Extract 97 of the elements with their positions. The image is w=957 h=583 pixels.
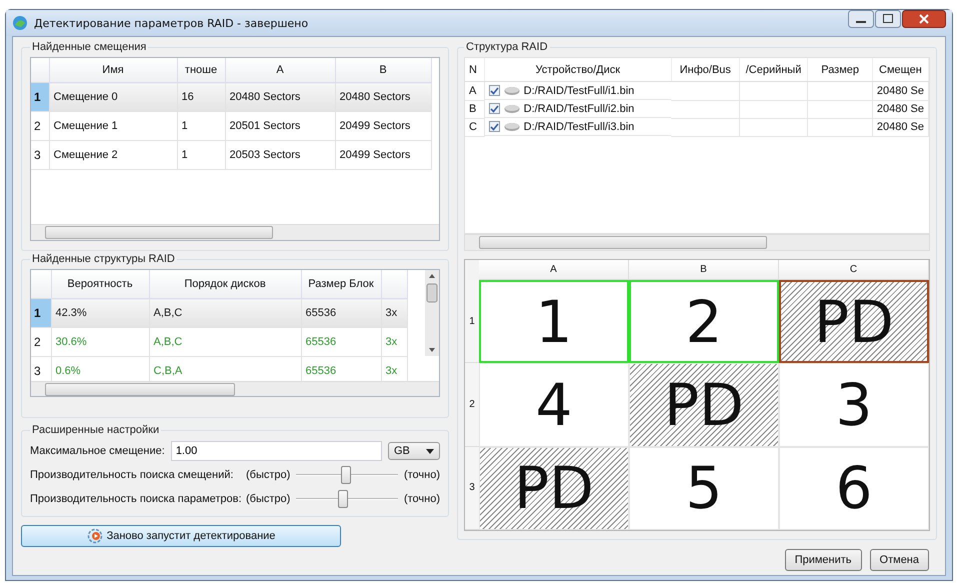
- row-header[interactable]: 1: [31, 82, 49, 112]
- table-cell: 1: [177, 140, 225, 170]
- data-block: 1: [479, 280, 629, 364]
- table-cell: Смещение 1: [49, 112, 177, 140]
- slider-max-label: (точно): [404, 493, 440, 505]
- app-icon[interactable]: [12, 15, 28, 31]
- table-cell: 20480 Se: [872, 82, 928, 100]
- table-cell: 3x: [381, 298, 407, 328]
- table-cell: 20499 Sectors: [335, 140, 431, 170]
- table-cell: 20503 Sectors: [225, 140, 335, 170]
- column-header[interactable]: N: [465, 58, 484, 82]
- table-cell: 3x: [381, 328, 407, 356]
- table-cell: A: [465, 82, 484, 100]
- horizontal-scrollbar[interactable]: [31, 224, 439, 240]
- checkbox[interactable]: [488, 103, 500, 114]
- caret-icon[interactable]: [426, 448, 434, 454]
- vertical-scrollbar[interactable]: [425, 270, 439, 356]
- row-header[interactable]: 2: [31, 328, 51, 356]
- column-header[interactable]: Размер Блок: [301, 270, 381, 298]
- column-header[interactable]: B: [335, 58, 431, 82]
- row-header: 3: [465, 446, 479, 530]
- parity-block: PD: [629, 363, 779, 447]
- row-header[interactable]: 2: [31, 112, 49, 140]
- minimize-icon[interactable]: [848, 10, 874, 28]
- slider-max-label: (точно): [404, 469, 440, 481]
- header-corner: [31, 270, 51, 298]
- column-header[interactable]: Смещен: [872, 58, 928, 82]
- row-header[interactable]: 3: [31, 140, 49, 170]
- unit-dropdown[interactable]: GB: [388, 442, 440, 460]
- header-corner: [31, 58, 49, 82]
- table-cell: 16: [177, 82, 225, 112]
- data-block: 4: [479, 363, 629, 447]
- disk-path: D:/RAID/TestFull/i3.bin: [524, 120, 634, 132]
- slider-thumb[interactable]: [338, 490, 348, 508]
- column-header[interactable]: /Серийный: [739, 58, 808, 82]
- table-cell: 30.6%: [51, 328, 149, 356]
- column-header: B: [629, 260, 779, 280]
- group-title: Найденные смещения: [31, 41, 148, 53]
- table-cell: 20499 Sectors: [335, 112, 431, 140]
- slider-label: Производительность поиска смещений:: [30, 469, 234, 481]
- table-cell: 20501 Sectors: [225, 112, 335, 140]
- table-cell: 65536: [301, 328, 381, 356]
- checkbox[interactable]: [488, 121, 500, 132]
- data-block: 6: [779, 446, 929, 530]
- slider-thumb[interactable]: [341, 466, 352, 484]
- group-title: Найденные структуры RAID: [31, 253, 176, 265]
- window-title: Детектирование параметров RAID - завершено: [34, 16, 310, 30]
- column-header: A: [479, 260, 629, 280]
- row-header: 2: [465, 363, 479, 447]
- group-title: Расширенные настройки: [31, 424, 160, 436]
- disk-path: D:/RAID/TestFull/i1.bin: [524, 84, 634, 96]
- maximize-icon[interactable]: [875, 10, 901, 28]
- max-offset-field[interactable]: 1.00: [170, 441, 382, 461]
- table-cell: 42.3%: [51, 298, 149, 328]
- row-header: 1: [465, 280, 479, 364]
- table-cell: 65536: [301, 298, 381, 328]
- column-header[interactable]: Размер: [808, 58, 872, 82]
- horizontal-scrollbar[interactable]: [31, 380, 439, 396]
- slider-min-label: (быстро): [246, 469, 290, 481]
- slider-label: Производительность поиска параметров:: [30, 493, 240, 505]
- checkbox[interactable]: [488, 85, 500, 96]
- table-cell: B: [465, 100, 484, 118]
- data-block: 5: [629, 446, 779, 530]
- restart-detection-button[interactable]: Заново запустит детектирование: [21, 525, 341, 547]
- table-cell: A,B,C: [149, 298, 301, 328]
- table-cell: Смещение 2: [49, 140, 177, 170]
- table-cell: Смещение 0: [49, 82, 177, 112]
- column-header[interactable]: Вероятность: [51, 270, 149, 298]
- slider-min-label: (быстро): [246, 493, 290, 505]
- table-cell: 20480 Sectors: [225, 82, 335, 112]
- table-cell: C: [465, 118, 484, 136]
- data-block: 3: [779, 363, 929, 447]
- table-cell: A,B,C: [149, 328, 301, 356]
- parity-block: PD: [479, 446, 629, 530]
- group-title: Структура RAID: [465, 41, 549, 53]
- dialog-button[interactable]: Отмена: [870, 549, 929, 571]
- column-header[interactable]: Имя: [49, 58, 177, 82]
- column-header[interactable]: Порядок дисков: [149, 270, 301, 298]
- table-cell: 20480 Sectors: [335, 82, 431, 112]
- column-header[interactable]: тноше: [177, 58, 225, 82]
- column-header[interactable]: Устройство/Диск: [484, 58, 672, 82]
- horizontal-scrollbar[interactable]: [464, 234, 930, 251]
- row-header[interactable]: 1: [31, 298, 51, 328]
- table-cell: 1: [177, 112, 225, 140]
- disk-path: D:/RAID/TestFull/i2.bin: [524, 102, 634, 114]
- column-header[interactable]: A: [225, 58, 335, 82]
- parity-block: PD: [779, 280, 929, 364]
- table-cell: 20480 Se: [872, 118, 928, 136]
- restart-icon[interactable]: [86, 528, 103, 544]
- field-label: Максимальное смещение:: [30, 445, 165, 457]
- table-cell: 20480 Se: [872, 100, 928, 118]
- close-icon[interactable]: [902, 10, 946, 28]
- dialog-button[interactable]: Применить: [784, 549, 862, 571]
- column-header[interactable]: Инфо/Bus: [671, 58, 740, 82]
- data-block: 2: [629, 280, 779, 364]
- row-header[interactable]: 3: [31, 356, 51, 381]
- column-header: C: [779, 260, 929, 280]
